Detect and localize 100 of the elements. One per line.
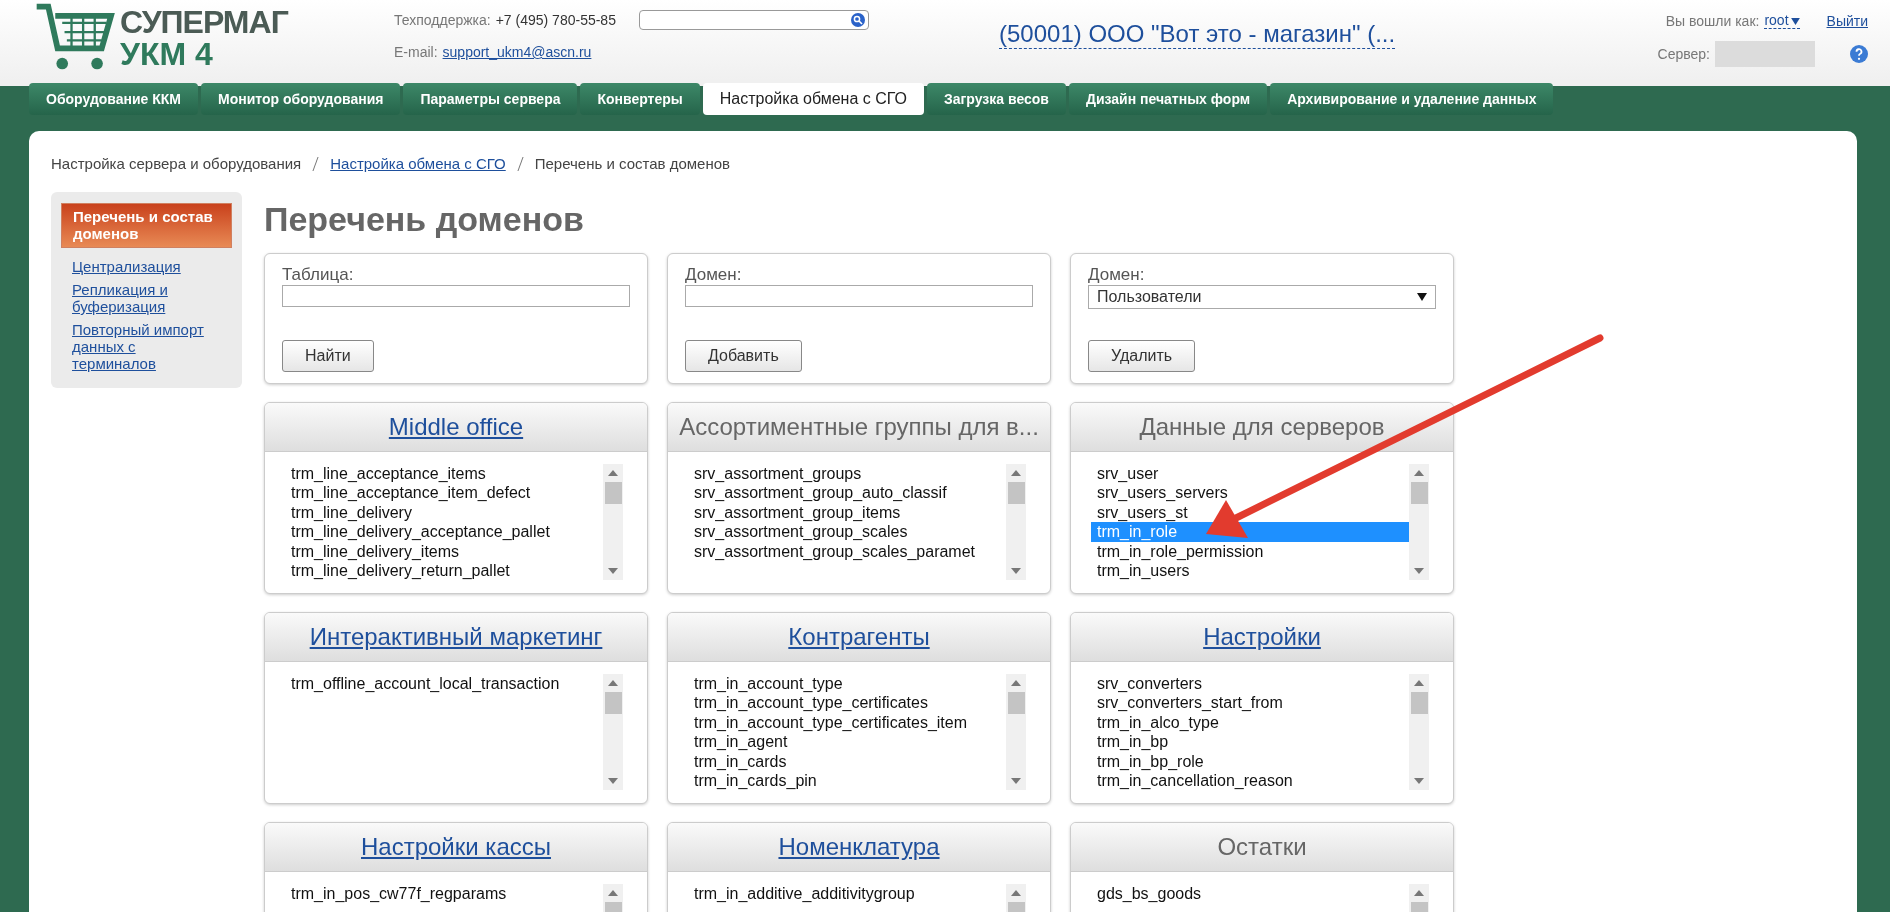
sidebar-active-item[interactable]: Перечень и состав доменов xyxy=(61,203,232,248)
list-item[interactable]: trm_in_users xyxy=(1091,561,1409,580)
email-link[interactable]: support_ukm4@ascn.ru xyxy=(442,44,592,60)
dropdown-field[interactable]: Пользователи xyxy=(1088,285,1436,309)
nav-tab[interactable]: Дизайн печатных форм xyxy=(1068,83,1268,115)
scroll-up-icon[interactable] xyxy=(608,680,618,686)
store-link[interactable]: (50001) ООО "Вот это - магазин" (... xyxy=(999,20,1396,49)
input-field[interactable] xyxy=(282,285,630,307)
list-item[interactable]: trm_in_agent xyxy=(688,732,1006,752)
action-button[interactable]: Найти xyxy=(282,340,374,372)
scrollbar[interactable] xyxy=(603,464,623,580)
sidebar-link[interactable]: Повторный импорт данных с терминалов xyxy=(61,321,232,372)
scroll-up-icon[interactable] xyxy=(1414,890,1424,896)
search-field[interactable] xyxy=(638,10,869,30)
table-listbox[interactable]: gds_bs_goods xyxy=(1091,884,1429,912)
domain-title-link[interactable]: Интерактивный маркетинг xyxy=(309,623,603,651)
nav-tab[interactable]: Параметры сервера xyxy=(403,83,578,115)
scrollbar[interactable] xyxy=(1006,674,1026,790)
list-item[interactable]: trm_line_delivery_acceptance_pallet xyxy=(285,522,603,542)
scrollbar-thumb[interactable] xyxy=(1007,692,1025,714)
list-item[interactable]: trm_in_bp_role xyxy=(1091,751,1409,772)
sidebar-link[interactable]: Централизация xyxy=(61,258,232,275)
list-item[interactable]: trm_in_account_type xyxy=(688,674,1006,694)
list-item[interactable]: trm_in_role_permission xyxy=(1091,541,1409,562)
table-listbox[interactable]: srv_converters srv_converters_start_from trm_in_alco_type trm_in_bp trm_in_bp_role trm_in_cancellation_reason xyxy=(1091,674,1429,790)
table-listbox[interactable]: trm_offline_account_local_transaction xyxy=(285,674,623,790)
scroll-up-icon[interactable] xyxy=(1414,470,1424,476)
scrollbar[interactable] xyxy=(1409,674,1429,790)
domain-title-link[interactable]: Номенклатура xyxy=(778,833,940,861)
list-item[interactable]: trm_in_account_type_certificates_item xyxy=(688,712,1006,733)
list-item[interactable]: trm_in_alco_type xyxy=(1091,712,1409,733)
domain-title-link[interactable]: Настройки кассы xyxy=(361,833,551,861)
list-item[interactable]: srv_assortment_groups xyxy=(688,464,1006,484)
list-item[interactable]: srv_converters xyxy=(1091,674,1409,694)
scroll-up-icon[interactable] xyxy=(1414,680,1424,686)
help-icon[interactable] xyxy=(1850,45,1868,63)
breadcrumb-item: Перечень и состав доменов xyxy=(534,155,731,172)
scrollbar-thumb[interactable] xyxy=(604,482,622,504)
list-item[interactable]: trm_in_additive_additivitygroup xyxy=(688,884,1006,904)
scroll-up-icon[interactable] xyxy=(1011,470,1021,476)
list-item[interactable]: srv_assortment_group_auto_classif xyxy=(688,483,1006,503)
list-item[interactable]: srv_assortment_group_scales xyxy=(688,522,1006,542)
scroll-down-icon[interactable] xyxy=(608,778,618,784)
user-dropdown[interactable]: root xyxy=(1764,12,1800,29)
domain-title-link[interactable]: Настройки xyxy=(1203,623,1321,651)
list-item[interactable]: srv_users_servers xyxy=(1091,483,1409,503)
nav-tab[interactable]: Настройка обмена с СГО xyxy=(702,83,924,115)
scrollbar-thumb[interactable] xyxy=(1410,482,1428,504)
nav-tab[interactable]: Оборудование ККМ xyxy=(29,83,199,115)
scroll-up-icon[interactable] xyxy=(608,470,618,476)
scroll-down-icon[interactable] xyxy=(1011,778,1021,784)
table-listbox[interactable]: trm_line_acceptance_items trm_line_acceptance_item_defect trm_line_delivery trm_line_delivery_acceptance_pallet trm_line_delivery_items trm_line_delivery_return_pallet xyxy=(285,464,623,580)
list-item[interactable]: trm_in_cancellation_reason xyxy=(1091,771,1409,790)
nav-tab[interactable]: Монитор оборудования xyxy=(201,83,401,115)
input-field[interactable] xyxy=(685,285,1033,307)
table-listbox[interactable]: srv_assortment_groups srv_assortment_group_auto_classif srv_assortment_group_items srv_assortment_group_scales srv_assortment_group_scales_paramet xyxy=(688,464,1026,580)
table-listbox[interactable]: srv_user srv_users_servers srv_users_st trm_in_role trm_in_role_permission trm_in_users xyxy=(1091,464,1429,580)
list-item[interactable]: trm_in_bp xyxy=(1091,732,1409,752)
table-listbox[interactable]: trm_in_additive_additivitygroup xyxy=(688,884,1026,912)
list-item[interactable]: trm_in_cards xyxy=(688,751,1006,772)
nav-tab[interactable]: Конвертеры xyxy=(580,83,700,115)
list-item[interactable]: srv_converters_start_from xyxy=(1091,693,1409,713)
table-listbox[interactable]: trm_in_account_type trm_in_account_type_certificates trm_in_account_type_certificates_item trm_in_agent trm_in_cards trm_in_cards_pin xyxy=(688,674,1026,790)
domain-title-link[interactable]: Middle office xyxy=(388,413,524,441)
action-button[interactable]: Добавить xyxy=(685,340,802,372)
list-item[interactable]: srv_users_st xyxy=(1091,502,1409,523)
scroll-down-icon[interactable] xyxy=(1414,778,1424,784)
sidebar-link[interactable]: Репликация и буферизация xyxy=(61,281,232,315)
scrollbar-thumb[interactable] xyxy=(1410,692,1428,714)
nav-tab[interactable]: Загрузка весов xyxy=(927,83,1066,115)
scrollbar[interactable] xyxy=(1006,464,1026,580)
scrollbar-thumb[interactable] xyxy=(604,692,622,714)
list-item[interactable]: trm_offline_account_local_transaction xyxy=(285,674,603,694)
list-item[interactable]: trm_line_delivery_return_pallet xyxy=(285,561,603,580)
scroll-up-icon[interactable] xyxy=(1011,680,1021,686)
scroll-down-icon[interactable] xyxy=(1011,568,1021,574)
nav-tab[interactable]: Архивирование и удаление данных xyxy=(1270,83,1554,115)
list-item[interactable]: srv_assortment_group_items xyxy=(688,502,1006,523)
action-button[interactable]: Удалить xyxy=(1088,340,1196,372)
logout-link[interactable]: Выйти xyxy=(1826,12,1868,29)
scrollbar-thumb[interactable] xyxy=(1007,482,1025,504)
list-item[interactable]: trm_line_acceptance_items xyxy=(285,464,603,484)
list-item[interactable]: trm_in_cards_pin xyxy=(688,771,1006,790)
breadcrumb-link[interactable]: Настройка обмена с СГО xyxy=(330,155,506,172)
scroll-up-icon[interactable] xyxy=(1011,890,1021,896)
table-listbox[interactable]: trm_in_pos_cw77f_regparams xyxy=(285,884,623,912)
list-item[interactable]: trm_line_delivery xyxy=(285,502,603,523)
list-item[interactable]: trm_in_account_type_certificates xyxy=(688,693,1006,713)
domain-title-link[interactable]: Контрагенты xyxy=(788,623,930,651)
list-item[interactable]: srv_user xyxy=(1091,464,1409,484)
scroll-down-icon[interactable] xyxy=(1414,568,1424,574)
list-item[interactable]: trm_line_delivery_items xyxy=(285,541,603,562)
list-item[interactable]: gds_bs_goods xyxy=(1091,884,1409,904)
list-item[interactable]: trm_line_acceptance_item_defect xyxy=(285,483,603,503)
list-item[interactable]: srv_assortment_group_scales_paramet xyxy=(688,541,1006,562)
list-item[interactable]: trm_in_pos_cw77f_regparams xyxy=(285,884,603,904)
scrollbar[interactable] xyxy=(1409,464,1429,580)
scroll-down-icon[interactable] xyxy=(608,568,618,574)
scrollbar[interactable] xyxy=(603,674,623,790)
scroll-up-icon[interactable] xyxy=(608,890,618,896)
